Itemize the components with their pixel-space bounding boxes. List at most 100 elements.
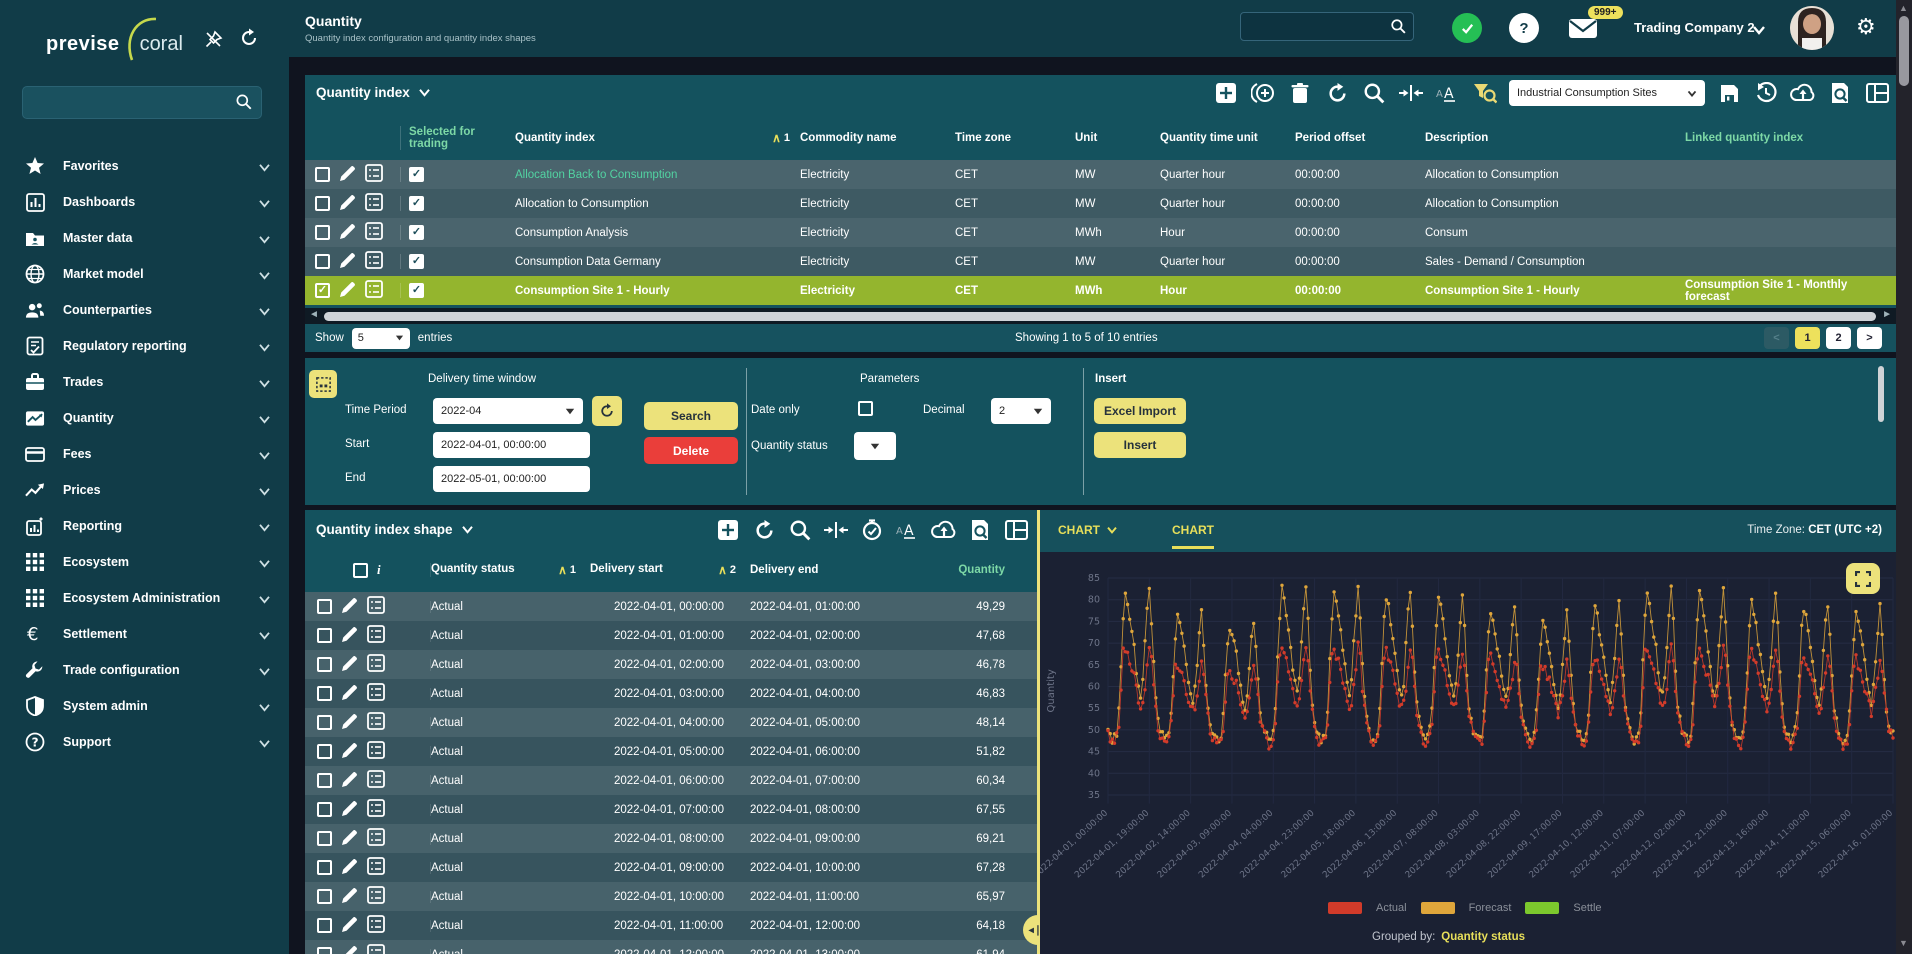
col-quantity-status[interactable]: Quantity status ∧1 — [430, 563, 590, 577]
col-commodity-name[interactable]: Commodity name — [800, 132, 955, 144]
col-period-offset[interactable]: Period offset — [1295, 132, 1425, 144]
details-icon[interactable] — [367, 915, 385, 936]
time-window-icon-button[interactable] — [309, 370, 337, 398]
selected-for-trading-checkbox[interactable]: ✓ — [409, 283, 424, 298]
sidebar-item-prices[interactable]: Prices — [0, 472, 289, 508]
sidebar-item-fees[interactable]: Fees — [0, 436, 289, 472]
edit-pencil-icon[interactable] — [341, 597, 358, 617]
quantity-chart[interactable]: 85807570656055504540352022-04-01, 00:00:… — [1040, 552, 1896, 954]
avatar[interactable] — [1790, 6, 1834, 50]
refresh-icon[interactable] — [236, 25, 262, 51]
status-ok-icon[interactable] — [1452, 13, 1482, 43]
company-selector[interactable]: Trading Company 2 — [1634, 20, 1755, 35]
table-row[interactable]: Actual2022-04-01, 02:00:002022-04-01, 03… — [305, 650, 1037, 679]
row-checkbox[interactable] — [317, 773, 332, 788]
table-row[interactable]: Actual2022-04-01, 01:00:002022-04-01, 02… — [305, 621, 1037, 650]
row-checkbox[interactable] — [315, 167, 330, 182]
details-icon[interactable] — [365, 193, 383, 214]
table-row[interactable]: Actual2022-04-01, 04:00:002022-04-01, 05… — [305, 708, 1037, 737]
add-button[interactable] — [1213, 80, 1239, 106]
decimal-select[interactable]: 2 — [991, 398, 1051, 424]
sidebar-item-quantity[interactable]: Quantity — [0, 400, 289, 436]
col-description[interactable]: Description — [1425, 132, 1685, 144]
font-size-button[interactable]: AA — [895, 517, 921, 543]
table-row[interactable]: Actual2022-04-01, 06:00:002022-04-01, 07… — [305, 766, 1037, 795]
details-icon[interactable] — [367, 886, 385, 907]
unpin-sidebar-icon[interactable] — [200, 26, 226, 52]
end-input[interactable]: 2022-05-01, 00:00:00 — [433, 466, 590, 492]
fit-columns-button[interactable] — [1398, 80, 1424, 106]
edit-pencil-icon[interactable] — [339, 252, 356, 272]
table-row[interactable]: ✓✓Consumption Site 1 - HourlyElectricity… — [305, 276, 1896, 305]
details-icon[interactable] — [367, 799, 385, 820]
details-icon[interactable] — [365, 280, 383, 301]
edit-pencil-icon[interactable] — [339, 281, 356, 301]
details-icon[interactable] — [367, 770, 385, 791]
row-checkbox[interactable] — [317, 802, 332, 817]
delete-button[interactable] — [1287, 80, 1313, 106]
help-icon[interactable]: ? — [1509, 13, 1539, 43]
details-icon[interactable] — [367, 857, 385, 878]
duplicate-button[interactable] — [1250, 80, 1276, 106]
quantity-index-cell[interactable]: Consumption Site 1 - Hourly — [515, 285, 800, 297]
quantity-index-cell[interactable]: Allocation Back to Consumption — [515, 169, 800, 181]
scroll-up-icon[interactable]: ▲ — [1899, 3, 1908, 13]
selected-for-trading-cell[interactable]: ✓ — [400, 254, 515, 269]
audit-search-button[interactable] — [967, 517, 993, 543]
details-icon[interactable] — [367, 712, 385, 733]
page-size-select[interactable]: 5 — [352, 328, 410, 349]
sidebar-item-reporting[interactable]: Reporting — [0, 508, 289, 544]
refresh-button[interactable] — [1324, 80, 1350, 106]
next-page-button[interactable]: > — [1857, 327, 1882, 349]
row-checkbox[interactable] — [317, 599, 332, 614]
sidebar-item-dashboards[interactable]: Dashboards — [0, 184, 289, 220]
selected-for-trading-checkbox[interactable]: ✓ — [409, 167, 424, 182]
details-icon[interactable] — [367, 828, 385, 849]
reload-period-button[interactable] — [592, 396, 622, 426]
details-icon[interactable] — [367, 654, 385, 675]
details-icon[interactable] — [367, 625, 385, 646]
window-scrollbar[interactable]: ▲ ▼ — [1896, 0, 1912, 954]
table-row[interactable]: ✓Consumption AnalysisElectricityCETMWhHo… — [305, 218, 1896, 247]
settings-gear-icon[interactable]: ⚙ — [1856, 14, 1876, 40]
scroll-down-icon[interactable]: ▼ — [1899, 938, 1908, 948]
sidebar-item-regulatory-reporting[interactable]: Regulatory reporting — [0, 328, 289, 364]
search-button[interactable]: Search — [644, 402, 738, 430]
col-selected-for-trading[interactable]: Selected for trading — [400, 126, 515, 150]
edit-pencil-icon[interactable] — [339, 165, 356, 185]
sidebar-item-ecosystem[interactable]: Ecosystem — [0, 544, 289, 580]
table-row[interactable]: ✓Allocation to ConsumptionElectricityCET… — [305, 189, 1896, 218]
start-input[interactable]: 2022-04-01, 00:00:00 — [433, 432, 590, 458]
quantity-index-cell[interactable]: Consumption Analysis — [515, 227, 800, 239]
cloud-upload-button[interactable] — [931, 517, 957, 543]
date-only-checkbox[interactable] — [858, 401, 873, 416]
selected-for-trading-checkbox[interactable]: ✓ — [409, 196, 424, 211]
select-all-checkbox[interactable] — [353, 563, 368, 578]
row-checkbox[interactable] — [315, 225, 330, 240]
edit-pencil-icon[interactable] — [341, 713, 358, 733]
details-icon[interactable] — [367, 741, 385, 762]
table-row[interactable]: ✓Consumption Data GermanyElectricityCETM… — [305, 247, 1896, 276]
sidebar-item-settlement[interactable]: €Settlement — [0, 616, 289, 652]
sidebar-search-input[interactable] — [22, 86, 262, 119]
grouped-by-value[interactable]: Quantity status — [1441, 931, 1525, 943]
table-row[interactable]: ✓Allocation Back to ConsumptionElectrici… — [305, 160, 1896, 189]
history-button[interactable] — [1753, 80, 1779, 106]
table-row[interactable]: Actual2022-04-01, 07:00:002022-04-01, 08… — [305, 795, 1037, 824]
quantity-index-cell[interactable]: Allocation to Consumption — [515, 198, 800, 210]
mail-icon[interactable] — [1568, 16, 1598, 40]
sidebar-item-trades[interactable]: Trades — [0, 364, 289, 400]
table-row[interactable]: Actual2022-04-01, 03:00:002022-04-01, 04… — [305, 679, 1037, 708]
sidebar-item-counterparties[interactable]: Counterparties — [0, 292, 289, 328]
delete-button[interactable]: Delete — [644, 437, 738, 464]
edit-pencil-icon[interactable] — [341, 655, 358, 675]
table-row[interactable]: Actual2022-04-01, 05:00:002022-04-01, 06… — [305, 737, 1037, 766]
edit-pencil-icon[interactable] — [341, 945, 358, 954]
edit-pencil-icon[interactable] — [341, 887, 358, 907]
col-time-zone[interactable]: Time zone — [955, 132, 1075, 144]
table-row[interactable]: Actual2022-04-01, 10:00:002022-04-01, 11… — [305, 882, 1037, 911]
scroll-right-icon[interactable]: ► — [1882, 309, 1892, 320]
tab-chart[interactable]: CHART — [1172, 523, 1214, 549]
col-delivery-end[interactable]: Delivery end — [750, 564, 910, 576]
search-button[interactable] — [787, 517, 813, 543]
